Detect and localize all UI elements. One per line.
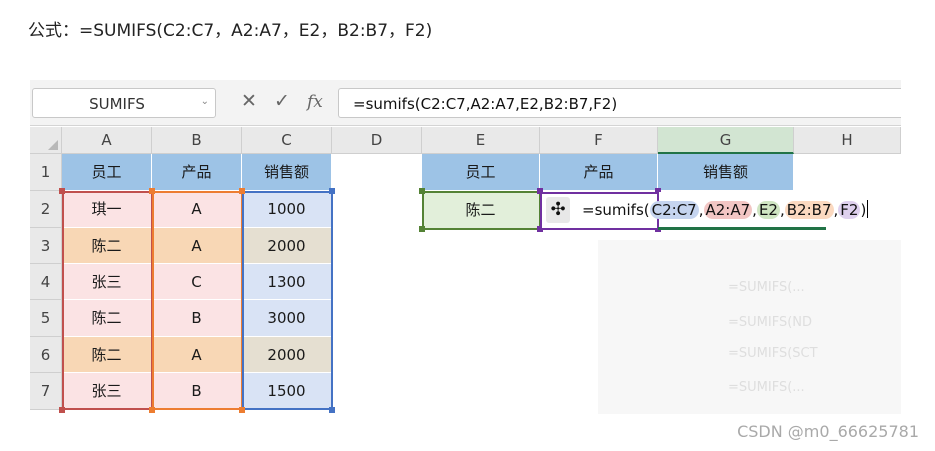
cell-b5[interactable]: B (152, 300, 242, 337)
select-all-corner[interactable] (30, 127, 62, 154)
cell-e2[interactable]: 陈二 (422, 191, 540, 229)
range-handle[interactable] (239, 407, 245, 413)
row-header-3[interactable]: 3 (30, 228, 62, 264)
cell-c4[interactable]: 1300 (242, 264, 332, 300)
cell-f1[interactable]: 产品 (540, 154, 658, 191)
formula-bar: SUMIFS ⌄ ✕ ✓ fx =sumifs(C2:C7,A2:A7,E2,B… (30, 80, 901, 126)
text-caret (867, 200, 869, 218)
formula-text: =sumifs(C2:C7,A2:A7,E2,B2:B7,F2) (353, 95, 618, 113)
formula-caption: 公式：=SUMIFS(C2:C7，A2:A7，E2，B2:B7，F2) (28, 21, 433, 41)
range-handle[interactable] (149, 188, 155, 194)
row-header-1[interactable]: 1 (30, 154, 62, 191)
range-handle[interactable] (239, 188, 245, 194)
token-a2-a7: A2:A7 (703, 201, 753, 219)
cell-b7[interactable]: B (152, 373, 242, 410)
cell-c2[interactable]: 1000 (242, 191, 332, 228)
cell-c3[interactable]: 2000 (242, 228, 332, 264)
cell-a6[interactable]: 陈二 (62, 337, 152, 373)
column-header-b[interactable]: B (152, 127, 242, 154)
token-f2: F2 (838, 201, 861, 219)
column-header-a[interactable]: A (62, 127, 152, 154)
token-close-paren: ) (860, 201, 867, 219)
fx-icon[interactable]: fx (307, 92, 323, 112)
cell-g1[interactable]: 销售额 (658, 154, 794, 191)
cursor-icon: ✣ (546, 197, 570, 223)
ghost-text: =SUMIFS(SCT (728, 346, 818, 361)
row-header-5[interactable]: 5 (30, 300, 62, 337)
cell-formula: =sumifs(C2:C7, A2:A7, E2, B2:B7, F2) (582, 200, 869, 219)
row-header-2[interactable]: 2 (30, 191, 62, 228)
cell-b2[interactable]: A (152, 191, 242, 228)
range-handle[interactable] (419, 226, 425, 232)
column-header-e[interactable]: E (422, 127, 540, 154)
name-box-value: SUMIFS (89, 95, 145, 113)
range-handle[interactable] (329, 407, 335, 413)
cell-c7[interactable]: 1500 (242, 373, 332, 410)
chevron-down-icon[interactable]: ⌄ (201, 96, 209, 107)
cell-a4[interactable]: 张三 (62, 264, 152, 300)
column-header-c[interactable]: C (242, 127, 332, 154)
range-handle[interactable] (329, 188, 335, 194)
cell-a3[interactable]: 陈二 (62, 228, 152, 264)
column-header-h[interactable]: H (794, 127, 901, 154)
cell-a1[interactable]: 员工 (62, 154, 152, 191)
cell-editor-f2[interactable]: ✣ =sumifs(C2:C7, A2:A7, E2, B2:B7, F2) (540, 192, 869, 230)
cell-b3[interactable]: A (152, 228, 242, 264)
name-box[interactable]: SUMIFS ⌄ (32, 88, 216, 118)
ghost-text: =SUMIFS(... (728, 380, 805, 395)
select-all-icon (48, 140, 58, 150)
row-header-6[interactable]: 6 (30, 337, 62, 373)
cell-a2[interactable]: 琪一 (62, 191, 152, 228)
cell-a7[interactable]: 张三 (62, 373, 152, 410)
faded-background-image: =SUMIFS(... =SUMIFS(ND =SUMIFS(SCT =SUMI… (598, 240, 901, 414)
spreadsheet: SUMIFS ⌄ ✕ ✓ fx =sumifs(C2:C7,A2:A7,E2,B… (30, 80, 901, 414)
row-header-7[interactable]: 7 (30, 373, 62, 410)
column-header-d[interactable]: D (332, 127, 422, 154)
token-e2: E2 (756, 201, 780, 219)
cell-b1[interactable]: 产品 (152, 154, 242, 191)
cell-a5[interactable]: 陈二 (62, 300, 152, 337)
cell-b4[interactable]: C (152, 264, 242, 300)
ghost-text: =SUMIFS(ND (728, 315, 813, 330)
cell-e1[interactable]: 员工 (422, 154, 540, 191)
range-handle[interactable] (419, 188, 425, 194)
token-separator: , (698, 201, 704, 219)
formula-input[interactable]: =sumifs(C2:C7,A2:A7,E2,B2:B7,F2) (338, 88, 901, 118)
cell-b6[interactable]: A (152, 337, 242, 373)
row-header-4[interactable]: 4 (30, 264, 62, 300)
ghost-text: =SUMIFS(... (728, 280, 805, 295)
cell-c6[interactable]: 2000 (242, 337, 332, 373)
cancel-icon[interactable]: ✕ (241, 90, 257, 112)
enter-icon[interactable]: ✓ (274, 90, 290, 112)
cell-c5[interactable]: 3000 (242, 300, 332, 337)
cell-c1[interactable]: 销售额 (242, 154, 332, 191)
range-handle[interactable] (59, 188, 65, 194)
watermark: CSDN @m0_66625781 (737, 422, 919, 441)
token-c2-c7: C2:C7 (649, 201, 699, 219)
column-header-g[interactable]: G (658, 127, 794, 154)
column-header-f[interactable]: F (540, 127, 658, 154)
range-handle[interactable] (149, 407, 155, 413)
token-b2-b7: B2:B7 (784, 201, 834, 219)
formula-prefix: =sumifs( (582, 201, 650, 219)
range-handle[interactable] (59, 407, 65, 413)
